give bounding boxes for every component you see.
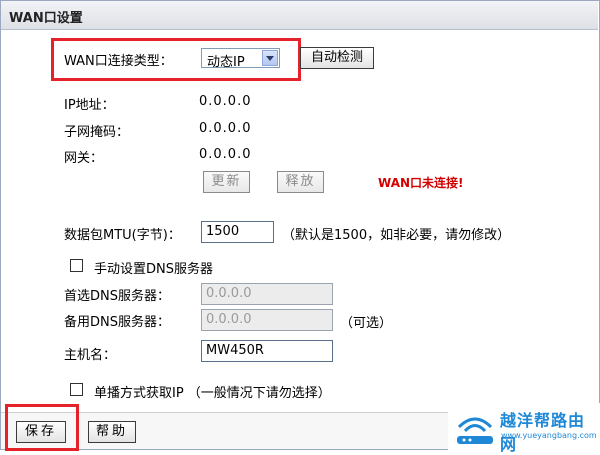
manual-dns-checkbox[interactable] (70, 259, 83, 272)
watermark-url: www.yueyangbang.com (501, 431, 597, 440)
help-button[interactable]: 帮助 (88, 421, 136, 443)
wan-type-select[interactable]: 动态IP (201, 48, 280, 70)
manual-dns-label: 手动设置DNS服务器 (94, 262, 213, 277)
primary-dns-input[interactable]: 0.0.0.0 (201, 283, 333, 305)
unicast-label: 单播方式获取IP （一般情况下请勿选择） (94, 386, 331, 401)
wan-type-label: WAN口连接类型： (64, 54, 173, 69)
wan-type-selected: 动态IP (207, 55, 245, 70)
secondary-dns-label: 备用DNS服务器： (64, 315, 170, 330)
save-button[interactable]: 保存 (16, 421, 66, 443)
ip-value: 0.0.0.0 (199, 94, 252, 109)
release-button[interactable]: 释放 (277, 171, 324, 193)
watermark-logo: 越洋帮路由网 www.yueyangbang.com (448, 403, 600, 454)
hostname-input[interactable]: MW450R (201, 340, 333, 362)
mtu-input[interactable]: 1500 (201, 221, 274, 243)
ip-label: IP地址： (64, 98, 115, 113)
secondary-dns-input[interactable]: 0.0.0.0 (201, 309, 333, 331)
gateway-label: 网关： (64, 151, 104, 166)
optional-hint: （可选） (340, 316, 393, 331)
title-bar: WAN口设置 (1, 1, 598, 30)
mask-label: 子网掩码： (64, 125, 130, 140)
primary-dns-label: 首选DNS服务器： (64, 289, 170, 304)
auto-detect-button[interactable]: 自动检测 (300, 47, 374, 69)
page-title: WAN口设置 (9, 11, 83, 26)
mtu-label: 数据包MTU(字节)： (64, 228, 181, 243)
wan-status: WAN口未连接! (378, 176, 464, 190)
chevron-down-icon[interactable] (262, 50, 278, 66)
mask-value: 0.0.0.0 (199, 121, 252, 136)
renew-button[interactable]: 更新 (203, 171, 250, 193)
hostname-label: 主机名： (64, 348, 117, 363)
mtu-hint: （默认是1500，如非必要，请勿修改） (282, 228, 511, 243)
wifi-router-icon (457, 417, 493, 444)
gateway-value: 0.0.0.0 (199, 147, 252, 162)
unicast-checkbox[interactable] (70, 383, 83, 396)
